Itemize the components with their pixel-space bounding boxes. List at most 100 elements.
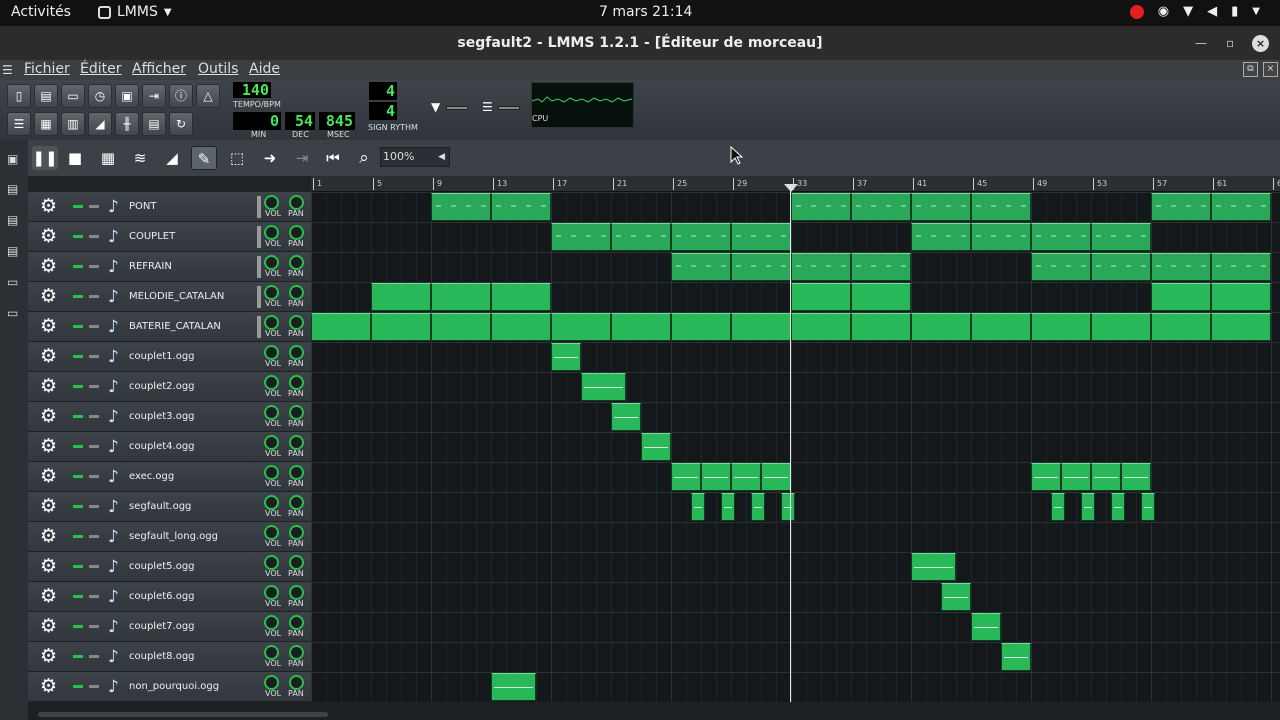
gear-icon[interactable]: ⚙	[40, 645, 57, 667]
solo-toggle[interactable]	[89, 385, 99, 388]
pan-knob[interactable]	[289, 315, 304, 330]
mdi-close-button[interactable]: ×	[1263, 62, 1278, 77]
tempo-display[interactable]: 140	[233, 82, 271, 98]
sample-clip[interactable]	[721, 493, 735, 521]
master-volume-slider[interactable]	[446, 106, 468, 110]
menu-edit[interactable]: Éditer	[80, 61, 121, 77]
pattern-clip[interactable]	[911, 313, 971, 341]
music-note-icon[interactable]: ♪	[108, 256, 119, 278]
new-from-template-icon[interactable]: ▤	[34, 84, 58, 108]
open-project-icon[interactable]: ▭	[61, 84, 85, 108]
pattern-clip[interactable]	[791, 313, 851, 341]
sample-clip[interactable]	[491, 673, 536, 701]
volume-knob[interactable]	[264, 675, 279, 690]
solo-toggle[interactable]	[89, 415, 99, 418]
automation-editor-icon[interactable]: ◢	[88, 112, 112, 136]
mute-toggle[interactable]	[73, 655, 83, 658]
pan-knob[interactable]	[289, 375, 304, 390]
track-name[interactable]: couplet5.ogg	[129, 561, 195, 572]
scrollbar-thumb[interactable]	[38, 712, 328, 717]
volume-knob[interactable]	[264, 555, 279, 570]
music-note-icon[interactable]: ♪	[108, 286, 119, 308]
track-name[interactable]: exec.ogg	[129, 471, 174, 482]
app-menu[interactable]: LMMS ▼	[98, 4, 172, 20]
sample-clip[interactable]	[1091, 463, 1121, 491]
beat-pattern-clip[interactable]	[911, 223, 971, 251]
music-note-icon[interactable]: ♪	[108, 466, 119, 488]
gear-icon[interactable]: ⚙	[40, 315, 57, 337]
beat-pattern-clip[interactable]	[971, 193, 1031, 221]
volume-knob[interactable]	[264, 225, 279, 240]
track-name[interactable]: PONT	[129, 201, 157, 212]
track-row[interactable]: ⚙ ♪ exec.ogg VOL PAN	[28, 462, 311, 492]
track-row[interactable]: ⚙ ♪ couplet7.ogg VOL PAN	[28, 612, 311, 642]
solo-toggle[interactable]	[89, 265, 99, 268]
pattern-clip[interactable]	[1211, 283, 1271, 311]
chevron-down-icon[interactable]: ▼	[1252, 6, 1260, 17]
pattern-clip[interactable]	[971, 313, 1031, 341]
pan-knob[interactable]	[289, 525, 304, 540]
add-automation-track-icon[interactable]: ◢	[159, 146, 185, 170]
edit-mode-icon[interactable]: ⬚	[224, 146, 250, 170]
beat-pattern-clip[interactable]	[671, 223, 731, 251]
pan-knob[interactable]	[289, 285, 304, 300]
my-projects-icon[interactable]: ▤	[7, 182, 18, 196]
pan-knob[interactable]	[289, 675, 304, 690]
track-row[interactable]: ⚙ ♪ couplet6.ogg VOL PAN	[28, 582, 311, 612]
pattern-clip[interactable]	[371, 283, 431, 311]
pattern-clip[interactable]	[1091, 313, 1151, 341]
sample-clip[interactable]	[641, 433, 671, 461]
activities-button[interactable]: Activités	[11, 4, 71, 20]
mute-toggle[interactable]	[73, 445, 83, 448]
sample-clip[interactable]	[731, 463, 761, 491]
metronome-icon[interactable]: △	[196, 84, 220, 108]
project-notes-icon[interactable]: ▤	[142, 112, 166, 136]
pattern-clip[interactable]	[431, 313, 491, 341]
beat-pattern-clip[interactable]	[1151, 253, 1211, 281]
menu-tools[interactable]: Outils	[198, 61, 238, 77]
volume-knob[interactable]	[264, 495, 279, 510]
gear-icon[interactable]: ⚙	[40, 585, 57, 607]
track-row[interactable]: ⚙ ♪ couplet8.ogg VOL PAN	[28, 642, 311, 672]
solo-toggle[interactable]	[89, 655, 99, 658]
gear-icon[interactable]: ⚙	[40, 525, 57, 547]
sample-clip[interactable]	[1111, 493, 1125, 521]
track-grip-handle[interactable]	[257, 286, 261, 308]
sample-clip[interactable]	[1031, 463, 1061, 491]
mute-toggle[interactable]	[73, 355, 83, 358]
system-tray[interactable]: ◉ ▼ ◀ ▮ ▼	[1129, 4, 1260, 19]
solo-toggle[interactable]	[89, 685, 99, 688]
pan-knob[interactable]	[289, 555, 304, 570]
track-row[interactable]: ⚙ ♪ non_pourquoi.ogg VOL PAN	[28, 672, 311, 702]
pan-knob[interactable]	[289, 495, 304, 510]
mute-toggle[interactable]	[73, 685, 83, 688]
pan-knob[interactable]	[289, 195, 304, 210]
volume-knob[interactable]	[264, 435, 279, 450]
track-name[interactable]: COUPLET	[129, 231, 175, 242]
solo-toggle[interactable]	[89, 205, 99, 208]
track-row[interactable]: ⚙ ♪ couplet3.ogg VOL PAN	[28, 402, 311, 432]
solo-toggle[interactable]	[89, 295, 99, 298]
export-icon[interactable]: ⇥	[142, 84, 166, 108]
music-note-icon[interactable]: ♪	[108, 376, 119, 398]
recent-projects-icon[interactable]: ◷	[88, 84, 112, 108]
sample-clip[interactable]	[1081, 493, 1095, 521]
mute-toggle[interactable]	[73, 505, 83, 508]
sample-clip[interactable]	[1061, 463, 1091, 491]
sample-clip[interactable]	[671, 463, 701, 491]
music-note-icon[interactable]: ♪	[108, 586, 119, 608]
music-note-icon[interactable]: ♪	[108, 556, 119, 578]
track-row[interactable]: ⚙ ♪ couplet2.ogg VOL PAN	[28, 372, 311, 402]
my-samples-icon[interactable]: ▤	[7, 213, 18, 227]
volume-knob[interactable]	[264, 375, 279, 390]
beat-pattern-clip[interactable]	[731, 253, 791, 281]
track-name[interactable]: couplet6.ogg	[129, 591, 195, 602]
new-project-icon[interactable]: ▯	[7, 84, 31, 108]
sample-clip[interactable]	[1051, 493, 1065, 521]
volume-knob[interactable]	[264, 285, 279, 300]
volume-knob[interactable]	[264, 645, 279, 660]
pause-icon[interactable]: ❚❚	[32, 146, 58, 170]
stop-icon[interactable]: ■	[62, 146, 88, 170]
music-note-icon[interactable]: ♪	[108, 406, 119, 428]
gear-icon[interactable]: ⚙	[40, 405, 57, 427]
